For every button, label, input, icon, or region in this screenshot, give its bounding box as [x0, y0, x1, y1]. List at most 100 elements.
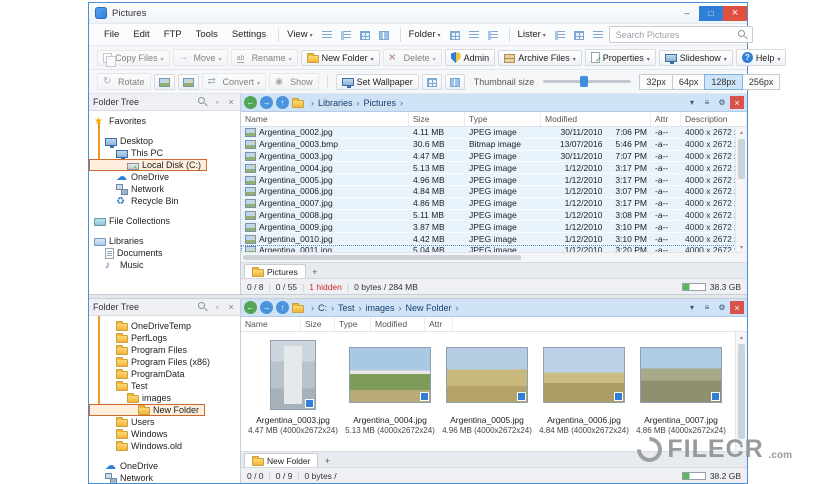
- folder-view-button[interactable]: [484, 27, 502, 43]
- tree-item[interactable]: File Collections: [89, 215, 176, 227]
- column-header[interactable]: Type: [335, 317, 371, 331]
- pane-dropdown-button[interactable]: [685, 96, 699, 109]
- view-mode-button[interactable]: [375, 27, 393, 43]
- thumbnail-size-button[interactable]: 256px: [742, 74, 781, 90]
- convert-button[interactable]: Convert: [202, 73, 267, 90]
- image-tool-button[interactable]: [154, 74, 175, 90]
- tree-item[interactable]: Program Files: [89, 344, 193, 356]
- column-header[interactable]: Name: [241, 317, 301, 331]
- action-button[interactable]: Move: [173, 49, 228, 66]
- folder-view-button[interactable]: [446, 27, 464, 43]
- breadcrumb-item[interactable]: New Folder: [395, 303, 452, 313]
- tree-item[interactable]: New Folder: [89, 404, 205, 416]
- column-header[interactable]: Modified: [371, 317, 425, 331]
- minimize-button[interactable]: [675, 6, 699, 21]
- scroll-down-icon[interactable]: [736, 242, 747, 252]
- thumbnail-item[interactable]: Argentina_0003.jpg 4.47 MB (4000x2672x24…: [249, 338, 337, 435]
- thumbnail-item[interactable]: Argentina_0005.jpg 4.96 MB (4000x2672x24…: [443, 338, 531, 435]
- gear-icon[interactable]: [715, 301, 729, 314]
- new-tab-button[interactable]: +: [320, 454, 334, 467]
- scrollbar-thumb[interactable]: [738, 344, 745, 439]
- pane-menu-button[interactable]: [700, 96, 714, 109]
- tree-item[interactable]: Windows: [89, 428, 174, 440]
- action-button[interactable]: New Folder: [301, 50, 380, 66]
- back-button[interactable]: [244, 96, 257, 109]
- tree-item[interactable]: Local Disk (C:): [89, 159, 207, 171]
- tree-item[interactable]: This PC: [89, 147, 169, 159]
- file-row[interactable]: Argentina_0008.jpg 5.11 MB JPEG image 1/…: [241, 210, 736, 222]
- breadcrumb-item[interactable]: Libraries: [307, 98, 353, 108]
- image-tool-button[interactable]: [178, 74, 199, 90]
- file-row[interactable]: Argentina_0010.jpg 4.42 MB JPEG image 1/…: [241, 233, 736, 245]
- breadcrumb-item[interactable]: Pictures: [353, 98, 397, 108]
- action-button[interactable]: Properties: [585, 49, 656, 66]
- menu-item[interactable]: FTP: [157, 29, 189, 40]
- tree-item[interactable]: Network: [89, 183, 170, 195]
- tree-item[interactable]: OneDrive: [89, 460, 164, 472]
- file-row[interactable]: Argentina_0005.jpg 4.96 MB JPEG image 1/…: [241, 174, 736, 186]
- forward-button[interactable]: [260, 96, 273, 109]
- view-dropdown[interactable]: View: [284, 29, 315, 40]
- find-icon[interactable]: [198, 302, 208, 312]
- action-button[interactable]: Admin: [445, 49, 496, 66]
- close-pane-button[interactable]: [730, 96, 744, 109]
- up-button[interactable]: [276, 301, 289, 314]
- search-box[interactable]: [609, 26, 753, 43]
- layout-tool-button[interactable]: [422, 74, 442, 90]
- tree-item[interactable]: ProgramData: [89, 368, 191, 380]
- close-pane-button[interactable]: [730, 301, 744, 314]
- file-row[interactable]: Argentina_0004.jpg 5.13 MB JPEG image 1/…: [241, 162, 736, 174]
- maximize-button[interactable]: [699, 6, 723, 21]
- thumbnail-size-button[interactable]: 128px: [704, 74, 743, 90]
- tree-item[interactable]: PerfLogs: [89, 332, 173, 344]
- tree-item[interactable]: Recycle Bin: [89, 195, 185, 207]
- find-icon[interactable]: [198, 97, 208, 107]
- scrollbar-thumb[interactable]: [243, 255, 521, 260]
- vertical-scrollbar[interactable]: [735, 332, 747, 451]
- pane-dropdown-button[interactable]: [685, 301, 699, 314]
- scroll-up-icon[interactable]: [736, 332, 747, 342]
- lister-view-button[interactable]: [570, 27, 588, 43]
- lister-dropdown[interactable]: Lister: [515, 29, 549, 40]
- gear-icon[interactable]: [715, 96, 729, 109]
- tree-item[interactable]: Desktop: [89, 135, 159, 147]
- forward-button[interactable]: [260, 301, 273, 314]
- vertical-scrollbar[interactable]: [735, 127, 747, 252]
- slider-thumb[interactable]: [580, 76, 588, 87]
- file-row[interactable]: Argentina_0009.jpg 3.87 MB JPEG image 1/…: [241, 221, 736, 233]
- tree-item[interactable]: Favorites: [89, 115, 152, 127]
- action-button[interactable]: Help: [736, 49, 787, 66]
- action-button[interactable]: Copy Files: [97, 50, 170, 66]
- breadcrumb-item[interactable]: Test: [327, 303, 355, 313]
- tree-item[interactable]: Libraries: [89, 235, 150, 247]
- breadcrumb-item[interactable]: C:: [307, 303, 327, 313]
- search-input[interactable]: [614, 29, 735, 41]
- action-button[interactable]: Archive Files: [498, 50, 582, 66]
- column-header[interactable]: Modified: [541, 112, 651, 126]
- folder-view-button[interactable]: [465, 27, 483, 43]
- menu-item[interactable]: Tools: [189, 29, 225, 40]
- layout-tool-button[interactable]: [445, 74, 465, 90]
- breadcrumb-item[interactable]: images: [355, 303, 395, 313]
- tree-item[interactable]: Users: [89, 416, 161, 428]
- tree-item[interactable]: OneDrive: [89, 171, 175, 183]
- view-mode-button[interactable]: [318, 27, 336, 43]
- tab-new-folder[interactable]: New Folder: [244, 453, 318, 467]
- menu-item[interactable]: File: [97, 29, 126, 40]
- dock-icon[interactable]: [212, 302, 222, 312]
- menu-item[interactable]: Settings: [225, 29, 273, 40]
- file-row[interactable]: Argentina_0007.jpg 4.86 MB JPEG image 1/…: [241, 198, 736, 210]
- thumbnail-item[interactable]: Argentina_0007.jpg 4.86 MB (4000x2672x24…: [637, 338, 725, 435]
- show-button[interactable]: Show: [269, 73, 319, 90]
- rotate-button[interactable]: Rotate: [97, 73, 151, 90]
- folder-dropdown[interactable]: Folder: [406, 29, 444, 40]
- column-header[interactable]: Attr: [425, 317, 453, 331]
- new-tab-button[interactable]: +: [308, 265, 322, 278]
- column-header[interactable]: Attr: [651, 112, 681, 126]
- horizontal-scrollbar[interactable]: [241, 252, 747, 262]
- file-row[interactable]: Argentina_0003.jpg 4.47 MB JPEG image 30…: [241, 151, 736, 163]
- action-button[interactable]: Slideshow: [659, 50, 733, 66]
- tree-item[interactable]: Windows.old: [89, 440, 188, 452]
- tree-item[interactable]: Network: [89, 472, 159, 483]
- up-button[interactable]: [276, 96, 289, 109]
